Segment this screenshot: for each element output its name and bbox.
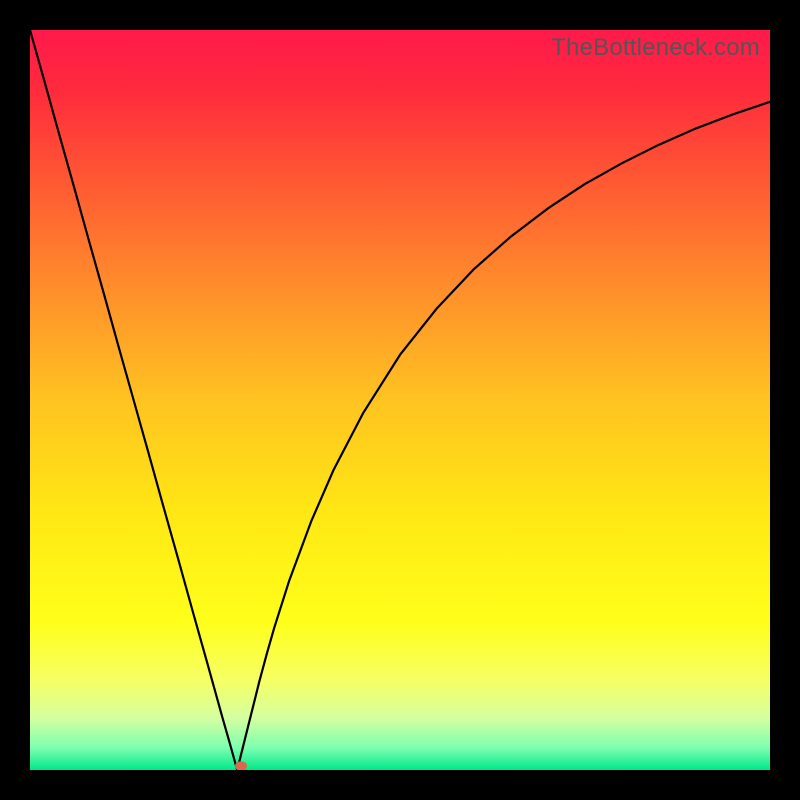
minimum-marker	[235, 762, 247, 770]
bottleneck-curve	[30, 30, 770, 770]
chart-frame: TheBottleneck.com	[0, 0, 800, 800]
plot-area: TheBottleneck.com	[30, 30, 770, 770]
